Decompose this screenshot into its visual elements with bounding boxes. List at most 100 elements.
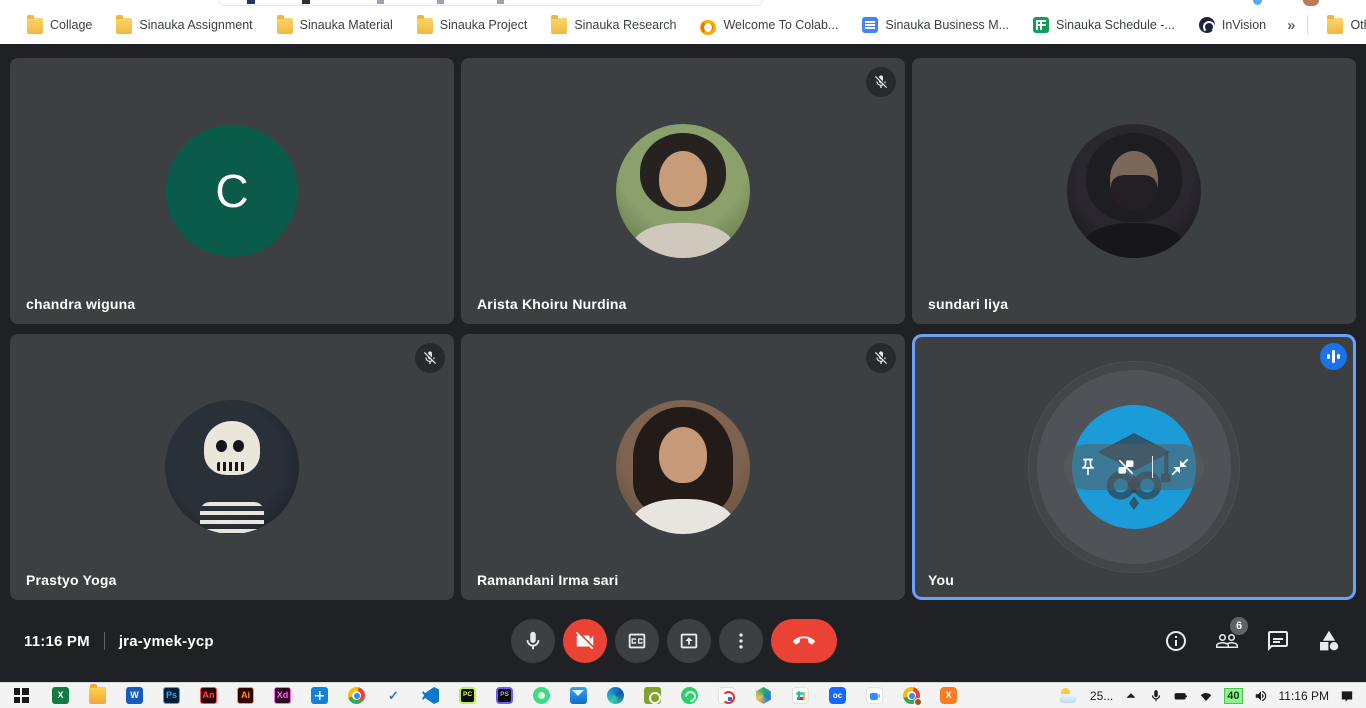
bookmark-collage[interactable]: Collage <box>18 12 101 38</box>
excel-icon: X <box>52 687 69 704</box>
weather-temp[interactable]: 25... <box>1090 689 1113 703</box>
xampp-icon: X <box>940 687 957 704</box>
video-camera-app-icon <box>866 687 883 704</box>
pip-off-button[interactable] <box>1115 456 1137 478</box>
chrome-icon <box>348 687 365 704</box>
video-tile-prastyo[interactable]: Prastyo Yoga <box>10 334 454 600</box>
address-bar-icon-fragment <box>497 0 504 4</box>
other-bookmarks-button[interactable]: Other bookmarks <box>1318 12 1366 38</box>
oc-app-icon: oc <box>829 687 846 704</box>
bookmark-sinauka-research[interactable]: Sinauka Research <box>542 12 685 38</box>
taskbar-hexagon-app[interactable] <box>745 683 782 708</box>
meeting-details-button[interactable] <box>1163 628 1189 654</box>
taskbar-zoom[interactable] <box>856 683 893 708</box>
more-options-button[interactable] <box>719 619 763 663</box>
taskbar-mail[interactable] <box>560 683 597 708</box>
folder-icon <box>1327 18 1343 34</box>
tile-hover-controls <box>1064 444 1204 490</box>
battery-icon <box>1174 689 1188 703</box>
taskbar-vscode[interactable] <box>412 683 449 708</box>
tab-icon-fragment <box>302 0 310 4</box>
activities-button[interactable] <box>1316 628 1342 654</box>
taskbar-red-swirl-app[interactable] <box>708 683 745 708</box>
minimize-button[interactable] <box>1169 456 1191 478</box>
meeting-info: 11:16 PM jra-ymek-ycp <box>24 632 214 650</box>
browser-top-bar: Collage Sinauka Assignment Sinauka Mater… <box>0 0 1366 44</box>
battery-percent-badge[interactable]: 40 <box>1224 688 1242 704</box>
windows-taskbar: X W Ps An Ai Xd ✓ PC PS oc X 25... 40 11… <box>0 682 1366 708</box>
photoshop-icon: Ps <box>163 687 180 704</box>
taskbar-chrome[interactable] <box>338 683 375 708</box>
end-call-icon <box>793 630 815 652</box>
video-tile-chandra-wiguna[interactable]: C chandra wiguna <box>10 58 454 324</box>
end-call-button[interactable] <box>771 619 837 663</box>
taskbar-green-camera[interactable] <box>634 683 671 708</box>
taskbar-illustrator[interactable]: Ai <box>227 683 264 708</box>
pill-divider <box>1152 456 1153 478</box>
folder-icon <box>551 18 567 34</box>
microphone-button[interactable] <box>511 619 555 663</box>
chrome-icon <box>903 687 920 704</box>
pin-button[interactable] <box>1077 456 1099 478</box>
audio-level-indicator-icon <box>1320 343 1347 370</box>
participants-button[interactable]: 6 <box>1214 628 1240 654</box>
bookmark-sinauka-business[interactable]: Sinauka Business M... <box>853 12 1018 38</box>
taskbar-pycharm[interactable]: PC <box>449 683 486 708</box>
taskbar-adobe-xd[interactable]: Xd <box>264 683 301 708</box>
taskbar-edge[interactable] <box>597 683 634 708</box>
illustrator-icon: Ai <box>237 687 254 704</box>
video-tile-arista[interactable]: Arista Khoiru Nurdina <box>461 58 905 324</box>
tray-battery[interactable] <box>1174 689 1188 703</box>
address-bar-icon-fragment <box>377 0 384 4</box>
bookmark-label: Sinauka Project <box>440 18 528 32</box>
taskbar-android-app[interactable] <box>523 683 560 708</box>
folder-icon <box>116 18 132 34</box>
camera-off-button[interactable] <box>563 619 607 663</box>
photo-avatar <box>1067 124 1201 258</box>
taskbar-xampp[interactable]: X <box>930 683 967 708</box>
taskbar-file-explorer[interactable] <box>79 683 116 708</box>
captions-button[interactable] <box>615 619 659 663</box>
tray-volume[interactable] <box>1254 689 1268 703</box>
taskbar-whatsapp[interactable] <box>671 683 708 708</box>
microphone-icon <box>1149 689 1163 703</box>
bookmark-sinauka-assignment[interactable]: Sinauka Assignment <box>107 12 261 38</box>
call-controls <box>511 619 837 663</box>
taskbar-slack[interactable] <box>782 683 819 708</box>
photo-avatar <box>616 124 750 258</box>
taskbar-phpstorm[interactable]: PS <box>486 683 523 708</box>
chat-button[interactable] <box>1265 628 1291 654</box>
taskbar-excel[interactable]: X <box>42 683 79 708</box>
address-bar-fragment[interactable] <box>218 0 763 6</box>
video-tile-you[interactable]: You <box>912 334 1356 600</box>
folder-icon <box>417 18 433 34</box>
bookmark-sinauka-project[interactable]: Sinauka Project <box>408 12 537 38</box>
present-now-button[interactable] <box>667 619 711 663</box>
video-tile-sundari[interactable]: sundari liya <box>912 58 1356 324</box>
bookmarks-overflow-chevron[interactable]: » <box>1275 17 1307 34</box>
vscode-icon <box>422 687 439 704</box>
tray-microphone[interactable] <box>1149 689 1163 703</box>
taskbar-calendar[interactable] <box>301 683 338 708</box>
taskbar-photoshop[interactable]: Ps <box>153 683 190 708</box>
taskbar-oc-app[interactable]: oc <box>819 683 856 708</box>
action-center-button[interactable] <box>1340 689 1354 703</box>
weather-widget[interactable] <box>1059 688 1079 703</box>
tray-expand-chevron[interactable] <box>1124 689 1138 703</box>
bookmark-label: Sinauka Assignment <box>139 18 252 32</box>
photo-avatar <box>616 400 750 534</box>
taskbar-blue-check[interactable]: ✓ <box>375 683 412 708</box>
start-button[interactable] <box>0 683 42 708</box>
video-tile-ramandani[interactable]: Ramandani Irma sari <box>461 334 905 600</box>
bookmark-invision[interactable]: InVision <box>1190 12 1275 38</box>
tray-wifi[interactable] <box>1199 689 1213 703</box>
red-swirl-icon <box>718 687 735 704</box>
bookmark-welcome-to-colab[interactable]: Welcome To Colab... <box>691 12 847 38</box>
bookmark-sinauka-schedule[interactable]: Sinauka Schedule -... <box>1024 12 1184 38</box>
taskbar-animate[interactable]: An <box>190 683 227 708</box>
taskbar-chrome-active[interactable] <box>893 683 930 708</box>
bookmark-sinauka-material[interactable]: Sinauka Material <box>268 12 402 38</box>
taskbar-word[interactable]: W <box>116 683 153 708</box>
taskbar-clock[interactable]: 11:16 PM <box>1279 689 1329 703</box>
animate-icon: An <box>200 687 217 704</box>
